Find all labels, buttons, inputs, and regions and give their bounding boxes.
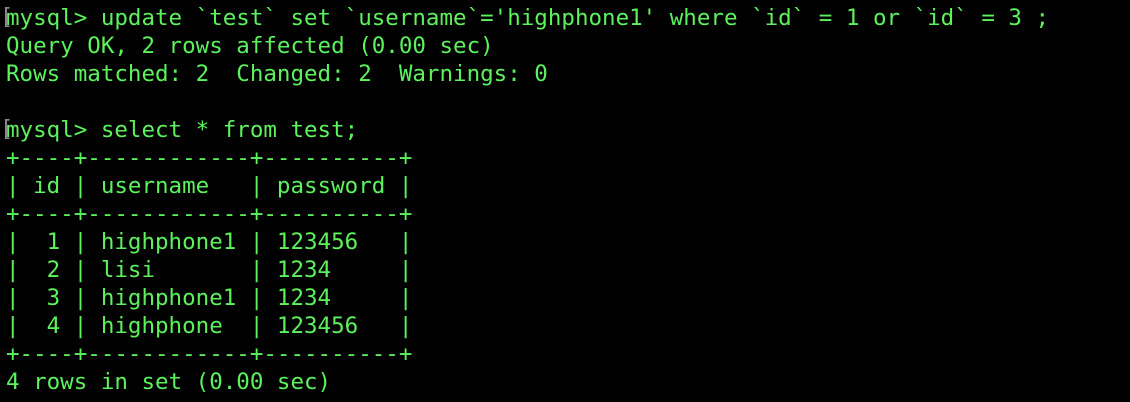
query-ok-output: Query OK, 2 rows affected (0.00 sec): [6, 33, 494, 59]
table-border-bottom: +----+------------+----------+: [6, 341, 413, 367]
prompt-marker: [: [0, 117, 14, 142]
table-row: | 1 | highphone1 | 123456 |: [6, 229, 413, 255]
select-command-line: [mysql> select * from test;: [0, 116, 1130, 144]
select-command-text: mysql> select * from test;: [6, 117, 359, 143]
table-border-top: +----+------------+----------+: [6, 145, 413, 171]
update-command-text: mysql> update `test` set `username`='hig…: [6, 5, 1050, 31]
table-row: | 2 | lisi | 1234 |: [6, 257, 413, 283]
rows-matched-output: Rows matched: 2 Changed: 2 Warnings: 0: [6, 61, 548, 87]
prompt-marker: [: [0, 5, 14, 30]
table-row: | 3 | highphone1 | 1234 |: [6, 285, 413, 311]
update-command-line: [mysql> update `test` set `username`='hi…: [0, 4, 1130, 32]
table-header-row: | id | username | password |: [6, 173, 413, 199]
table-row: | 4 | highphone | 123456 |: [6, 313, 413, 339]
terminal-window[interactable]: [mysql> update `test` set `username`='hi…: [0, 4, 1130, 402]
rows-in-set-output: 4 rows in set (0.00 sec): [6, 369, 332, 395]
table-border-header: +----+------------+----------+: [6, 201, 413, 227]
